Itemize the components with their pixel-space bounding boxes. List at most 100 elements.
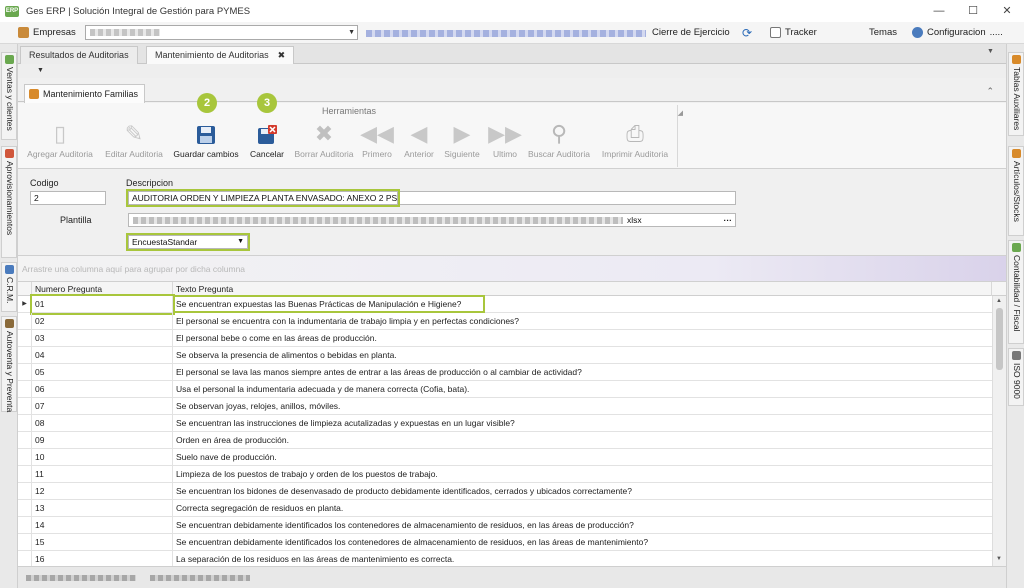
table-row[interactable]: 09 Orden en área de producción. [18, 432, 992, 449]
table-row[interactable]: 03 El personal bebe o come en las áreas d… [18, 330, 992, 347]
cell-texto-pregunta[interactable]: El personal bebe o come en las áreas de … [173, 330, 992, 347]
group-by-bar[interactable]: Arrastre una columna aquí para agrupar p… [18, 255, 1006, 282]
cell-numero-pregunta[interactable]: 02 [32, 313, 173, 330]
row-indicator[interactable] [18, 398, 32, 415]
column-header-texto[interactable]: Texto Pregunta [173, 282, 992, 296]
refresh-icon[interactable]: ⟳ [742, 26, 752, 40]
row-indicator[interactable] [18, 381, 32, 398]
maximize-icon[interactable]: ☐ [956, 0, 990, 22]
table-row[interactable]: 07 Se observan joyas, relojes, anillos, m… [18, 398, 992, 415]
row-indicator[interactable] [18, 415, 32, 432]
table-row[interactable]: 08 Se encuentran las instrucciones de lim… [18, 415, 992, 432]
cell-numero-pregunta[interactable]: 01 [30, 294, 175, 315]
codigo-input[interactable]: 2 [30, 191, 106, 205]
cell-numero-pregunta[interactable]: 04 [32, 347, 173, 364]
primero-button[interactable]: ◀◀ Primero [360, 119, 394, 167]
vertical-scrollbar[interactable]: ▲ ▼ [992, 296, 1006, 566]
cell-numero-pregunta[interactable]: 10 [32, 449, 173, 466]
row-indicator[interactable] [18, 483, 32, 500]
cell-numero-pregunta[interactable]: 16 [32, 551, 173, 566]
borrar-auditoria-button[interactable]: ✖ Borrar Auditoria [292, 119, 356, 167]
browse-ellipsis-icon[interactable]: ··· [724, 214, 733, 226]
cell-numero-pregunta[interactable]: 15 [32, 534, 173, 551]
current-row-indicator-icon[interactable]: ▶ [18, 296, 32, 313]
cell-texto-pregunta[interactable]: Se observan joyas, relojes, anillos, móv… [173, 398, 992, 415]
cell-numero-pregunta[interactable]: 08 [32, 415, 173, 432]
cell-texto-pregunta[interactable]: Orden en área de producción. [173, 432, 992, 449]
empresa-select[interactable]: ▼ [85, 25, 358, 40]
row-indicator[interactable] [18, 449, 32, 466]
sidebar-tab-articulos[interactable]: Artículos/Stocks [1008, 146, 1024, 236]
table-row[interactable]: 12 Se encuentran los bidones de desenvasa… [18, 483, 992, 500]
tab-mantenimiento[interactable]: Mantenimiento de Auditorias ✖ [146, 46, 295, 64]
descripcion-input-extension[interactable] [400, 191, 736, 205]
encuesta-select[interactable]: EncuestaStandar ▼ [126, 233, 250, 251]
cell-texto-pregunta[interactable]: Usa el personal la indumentaria adecuada… [173, 381, 992, 398]
row-indicator[interactable] [18, 330, 32, 347]
sidebar-tab-aprovisionamientos[interactable]: Aprovisionamientos [1, 146, 17, 258]
tab-mantenimiento-familias[interactable]: Mantenimiento Familias [24, 84, 146, 103]
close-tab-icon[interactable]: ✖ [278, 50, 286, 60]
descripcion-input[interactable]: AUDITORIA ORDEN Y LIMPIEZA PLANTA ENVASA… [126, 189, 400, 207]
row-indicator[interactable] [18, 364, 32, 381]
cell-texto-pregunta[interactable]: Se encuentran las instrucciones de limpi… [173, 415, 992, 432]
cell-numero-pregunta[interactable]: 05 [32, 364, 173, 381]
sidebar-tab-iso[interactable]: ISO 9000 [1008, 348, 1024, 406]
table-row[interactable]: 06 Usa el personal la indumentaria adecua… [18, 381, 992, 398]
tab-resultados[interactable]: Resultados de Auditorias [20, 46, 138, 64]
cell-texto-pregunta[interactable]: Correcta segregación de residuos en plan… [173, 500, 992, 517]
plantilla-input[interactable]: xlsx ··· [128, 213, 736, 227]
close-icon[interactable]: ✕ [990, 0, 1024, 22]
row-indicator[interactable] [18, 466, 32, 483]
cell-texto-pregunta[interactable]: Suelo nave de producción. [173, 449, 992, 466]
table-row[interactable]: 16 La separación de los residuos en las á… [18, 551, 992, 566]
ultimo-button[interactable]: ▶▶ Ultimo [488, 119, 522, 167]
cell-numero-pregunta[interactable]: 09 [32, 432, 173, 449]
cell-texto-pregunta[interactable]: El personal se encuentra con la indument… [173, 313, 992, 330]
imprimir-auditoria-button[interactable]: ⎙ Imprimir Auditoria [598, 119, 672, 167]
sidebar-tab-contabilidad[interactable]: Contabilidad / Fiscal [1008, 240, 1024, 344]
minimize-icon[interactable]: — [922, 0, 956, 22]
cell-texto-pregunta[interactable]: Se encuentran debidamente identificados … [173, 517, 992, 534]
table-row[interactable]: 11 Limpieza de los puestos de trabajo y o… [18, 466, 992, 483]
cell-numero-pregunta[interactable]: 14 [32, 517, 173, 534]
cell-texto-pregunta[interactable]: Se encuentran debidamente identificados … [173, 534, 992, 551]
row-indicator[interactable] [18, 534, 32, 551]
scroll-up-icon[interactable]: ▲ [996, 298, 1002, 304]
cell-texto-pregunta[interactable]: La separación de los residuos en las áre… [173, 551, 992, 566]
agregar-auditoria-button[interactable]: ▯ Agregar Auditoria [24, 119, 96, 167]
cell-numero-pregunta[interactable]: 13 [32, 500, 173, 517]
table-row[interactable]: 13 Correcta segregación de residuos en pl… [18, 500, 992, 517]
guardar-cambios-button[interactable]: Guardar cambios [172, 119, 240, 167]
cell-numero-pregunta[interactable]: 12 [32, 483, 173, 500]
scroll-down-icon[interactable]: ▼ [996, 556, 1002, 562]
scroll-thumb[interactable] [996, 308, 1003, 370]
siguiente-button[interactable]: ▶ Siguiente [442, 119, 482, 167]
configuracion-menu[interactable]: Configuracion ..... [912, 27, 1003, 38]
empresas-menu[interactable]: Empresas [18, 27, 76, 38]
sidebar-tab-crm[interactable]: C.R.M. [1, 262, 17, 312]
temas-menu[interactable]: Temas [869, 27, 897, 38]
row-indicator[interactable] [18, 551, 32, 566]
table-row[interactable]: 14 Se encuentran debidamente identificado… [18, 517, 992, 534]
row-indicator[interactable] [18, 500, 32, 517]
tracker-menu[interactable]: Tracker [770, 27, 817, 38]
cell-numero-pregunta[interactable]: 07 [32, 398, 173, 415]
table-row[interactable]: 05 El personal se lava las manos siempre … [18, 364, 992, 381]
cell-numero-pregunta[interactable]: 03 [32, 330, 173, 347]
group-launcher-icon[interactable]: ◢ [678, 109, 683, 117]
row-indicator[interactable] [18, 313, 32, 330]
cell-texto-pregunta[interactable]: El personal se lava las manos siempre an… [173, 364, 992, 381]
sidebar-tab-autoventa[interactable]: Autoventa y Preventa [1, 316, 17, 412]
cell-numero-pregunta[interactable]: 06 [32, 381, 173, 398]
buscar-auditoria-button[interactable]: ⚲ Buscar Auditoria [526, 119, 592, 167]
dropdown-arrow-icon[interactable]: ▼ [37, 67, 44, 74]
tab-list-icon[interactable]: ▼ [987, 48, 994, 55]
sidebar-tab-ventas[interactable]: Ventas y clientes [1, 52, 17, 140]
cell-texto-pregunta[interactable]: Se encuentran expuestas las Buenas Práct… [173, 296, 992, 313]
row-indicator[interactable] [18, 517, 32, 534]
cierre-menu[interactable]: Cierre de Ejercicio [652, 27, 730, 38]
table-row[interactable]: 10 Suelo nave de producción. [18, 449, 992, 466]
sidebar-tab-tablas[interactable]: Tablas Auxiliares [1008, 52, 1024, 136]
cell-texto-pregunta[interactable]: Limpieza de los puestos de trabajo y ord… [173, 466, 992, 483]
